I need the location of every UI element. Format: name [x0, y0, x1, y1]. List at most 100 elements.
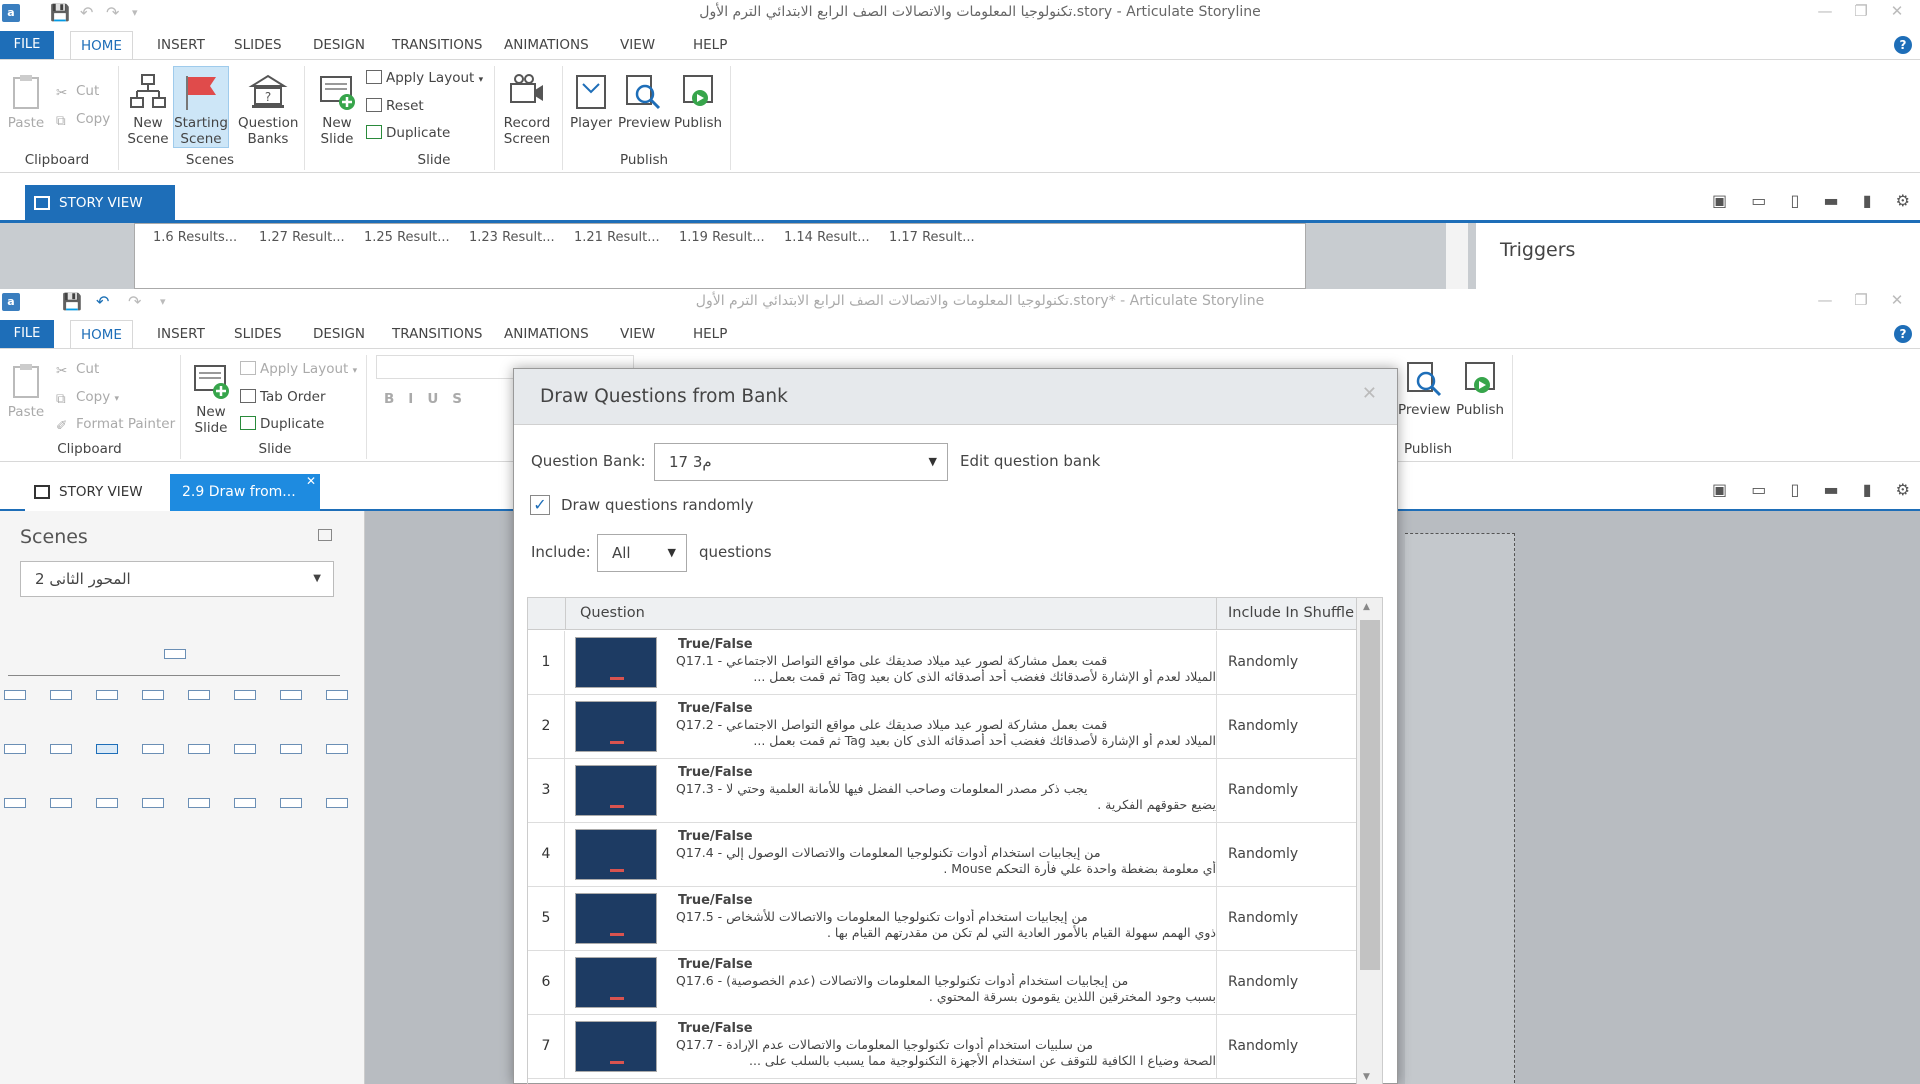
restore-icon[interactable]: ❐	[1846, 2, 1876, 20]
menu-slides[interactable]: SLIDES	[234, 320, 282, 348]
menu-transitions[interactable]: TRANSITIONS	[392, 31, 483, 59]
menu-help[interactable]: HELP	[693, 320, 727, 348]
menu-design[interactable]: DESIGN	[313, 31, 365, 59]
include-in-shuffle-value[interactable]: Randomly	[1228, 951, 1298, 1014]
scroll-up-icon[interactable]: ▲	[1363, 602, 1370, 612]
slide-thumbnail[interactable]	[280, 744, 302, 754]
preview-button[interactable]: Preview	[618, 72, 671, 131]
paste-button[interactable]: Paste	[6, 72, 46, 131]
redo-icon[interactable]: ↷	[106, 3, 119, 23]
slide-thumbnail[interactable]	[188, 744, 210, 754]
slide-thumbnail[interactable]	[50, 690, 72, 700]
redo-icon[interactable]: ↷	[128, 292, 141, 312]
new-scene-button[interactable]: New Scene	[126, 72, 170, 147]
edit-question-bank-link[interactable]: Edit question bank	[960, 452, 1100, 470]
cut-button[interactable]: ✂ Cut	[56, 361, 99, 379]
new-slide-button[interactable]: New Slide	[188, 361, 234, 436]
close-window-icon[interactable]: ✕	[1882, 2, 1912, 20]
result-slide-label[interactable]: 1.6 Results...	[153, 230, 237, 245]
result-slide-label[interactable]: 1.25 Result...	[364, 230, 450, 245]
include-in-shuffle-value[interactable]: Randomly	[1228, 759, 1298, 822]
undo-icon[interactable]: ↶	[80, 3, 93, 23]
help-icon[interactable]: ?	[1894, 325, 1912, 343]
menu-view[interactable]: VIEW	[620, 31, 655, 59]
result-slide-label[interactable]: 1.27 Result...	[259, 230, 345, 245]
reset-button[interactable]: Reset	[366, 98, 424, 114]
storyline-app-icon[interactable]: a	[2, 293, 20, 311]
phone-portrait-icon[interactable]: ▮	[1863, 191, 1872, 210]
slide-thumbnail[interactable]	[142, 744, 164, 754]
table-row[interactable]: 2 True/False Q17.2 - قمت بعمل مشاركة لصور …	[528, 695, 1357, 759]
include-in-shuffle-value[interactable]: Randomly	[1228, 1015, 1298, 1078]
menu-design[interactable]: DESIGN	[313, 320, 365, 348]
menu-slides[interactable]: SLIDES	[234, 31, 282, 59]
apply-layout-button[interactable]: Apply Layout ▾	[240, 361, 357, 377]
slide-thumbnail[interactable]	[234, 798, 256, 808]
slide-thumbnail[interactable]	[326, 690, 348, 700]
table-scrollbar[interactable]: ▲ ▼	[1356, 598, 1382, 1084]
include-in-shuffle-value[interactable]: Randomly	[1228, 631, 1298, 694]
gear-icon[interactable]: ⚙	[1896, 480, 1910, 499]
slide-thumbnail[interactable]	[50, 744, 72, 754]
slide-thumbnail[interactable]	[234, 744, 256, 754]
slide-thumbnail[interactable]	[234, 690, 256, 700]
table-row[interactable]: 4 True/False Q17.4 - من إيجابيات استخدام أ…	[528, 823, 1357, 887]
phone-landscape-icon[interactable]: ▬	[1823, 480, 1838, 499]
format-painter-button[interactable]: ✐ Format Painter	[56, 416, 175, 434]
slide-thumbnail[interactable]	[4, 690, 26, 700]
slide-thumbnail[interactable]	[188, 690, 210, 700]
tab-order-button[interactable]: Tab Order	[240, 389, 326, 405]
close-window-icon[interactable]: ✕	[1882, 291, 1912, 309]
restore-icon[interactable]: ❐	[1846, 291, 1876, 309]
close-icon[interactable]: ✕	[1362, 383, 1377, 404]
undo-icon[interactable]: ↶	[96, 292, 109, 312]
slide-thumbnail[interactable]	[280, 690, 302, 700]
tablet-landscape-icon[interactable]: ▭	[1751, 191, 1766, 210]
result-slide-label[interactable]: 1.23 Result...	[469, 230, 555, 245]
include-combo[interactable]: All ▼	[597, 534, 687, 572]
slide-thumbnail[interactable]	[188, 798, 210, 808]
customize-quick-access-icon[interactable]: ▾	[132, 3, 138, 23]
tablet-landscape-icon[interactable]: ▭	[1751, 480, 1766, 499]
vertical-scrollbar[interactable]	[1446, 223, 1468, 289]
menu-insert[interactable]: INSERT	[157, 31, 205, 59]
tablet-portrait-icon[interactable]: ▯	[1790, 480, 1799, 499]
column-include-in-shuffle[interactable]: Include In Shuffle	[1228, 605, 1354, 621]
table-row[interactable]: 6 True/False Q17.6 - من إيجابيات استخدام أ…	[528, 951, 1357, 1015]
scene-start-thumbnail[interactable]	[164, 649, 186, 659]
apply-layout-button[interactable]: Apply Layout ▾	[366, 70, 483, 86]
slide-thumbnail[interactable]	[50, 798, 72, 808]
menu-file[interactable]: FILE	[0, 320, 54, 348]
save-icon[interactable]: 💾	[62, 292, 82, 312]
slide-thumbnail[interactable]	[142, 798, 164, 808]
paste-button[interactable]: Paste	[6, 361, 46, 420]
save-icon[interactable]: 💾	[50, 3, 70, 23]
menu-home[interactable]: HOME	[70, 31, 133, 59]
result-slide-label[interactable]: 1.14 Result...	[784, 230, 870, 245]
tab-story-view[interactable]: STORY VIEW	[25, 474, 170, 511]
publish-button[interactable]: Publish	[1454, 359, 1506, 418]
minimize-icon[interactable]: —	[1810, 2, 1840, 20]
include-in-shuffle-value[interactable]: Randomly	[1228, 695, 1298, 758]
slide-thumbnail[interactable]	[96, 744, 118, 754]
table-row[interactable]: 1 True/False Q17.1 - قمت بعمل مشاركة لصور …	[528, 631, 1357, 695]
result-slide-label[interactable]: 1.17 Result...	[889, 230, 975, 245]
slide-thumbnail[interactable]	[280, 798, 302, 808]
player-button[interactable]: Player	[570, 72, 612, 131]
menu-file[interactable]: FILE	[0, 31, 54, 59]
menu-insert[interactable]: INSERT	[157, 320, 205, 348]
desktop-icon[interactable]: ▣	[1712, 480, 1727, 499]
desktop-icon[interactable]: ▣	[1712, 191, 1727, 210]
result-slide-label[interactable]: 1.19 Result...	[679, 230, 765, 245]
help-icon[interactable]: ?	[1894, 36, 1912, 54]
table-row[interactable]: 5 True/False Q17.5 - من إيجابيات استخدام أ…	[528, 887, 1357, 951]
menu-help[interactable]: HELP	[693, 31, 727, 59]
copy-button[interactable]: ⧉ Copy ▾	[56, 389, 119, 407]
result-slide-label[interactable]: 1.21 Result...	[574, 230, 660, 245]
menu-transitions[interactable]: TRANSITIONS	[392, 320, 483, 348]
panel-float-icon[interactable]	[318, 529, 332, 541]
phone-portrait-icon[interactable]: ▮	[1863, 480, 1872, 499]
question-bank-combo[interactable]: م3 17 ▼	[654, 443, 948, 481]
publish-button[interactable]: Publish	[672, 72, 724, 131]
slide-thumbnail[interactable]	[4, 798, 26, 808]
